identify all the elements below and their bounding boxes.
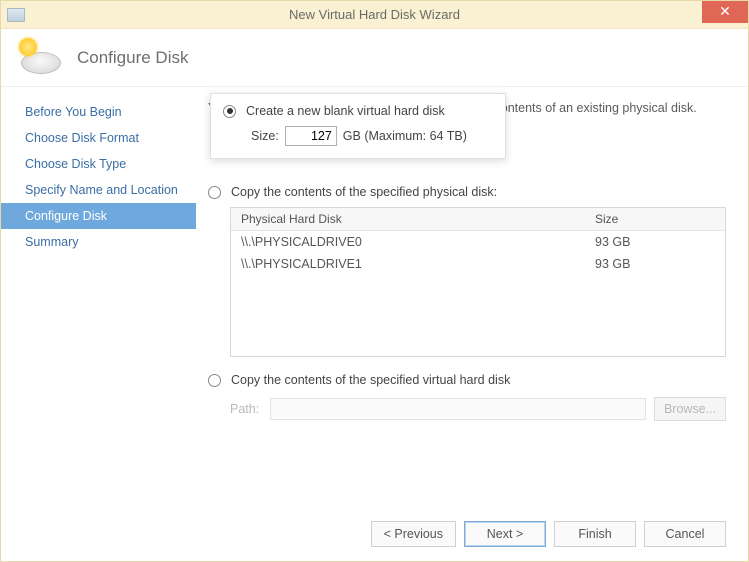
wizard-sidebar: Before You Begin Choose Disk Format Choo… [1, 87, 196, 507]
option-copy-physical-label: Copy the contents of the specified physi… [231, 185, 497, 199]
option-copy-virtual[interactable]: Copy the contents of the specified virtu… [208, 369, 726, 391]
col-header-name[interactable]: Physical Hard Disk [231, 208, 585, 230]
sidebar-item-configure-disk[interactable]: Configure Disk [1, 203, 196, 229]
col-header-size[interactable]: Size [585, 208, 725, 230]
wizard-header: Configure Disk [1, 29, 748, 87]
titlebar: New Virtual Hard Disk Wizard ✕ [1, 1, 748, 29]
size-label: Size: [251, 129, 279, 143]
close-button[interactable]: ✕ [702, 1, 748, 23]
cell-size: 93 GB [585, 253, 725, 275]
next-button[interactable]: Next > [464, 521, 546, 547]
size-input[interactable] [285, 126, 337, 146]
window-title: New Virtual Hard Disk Wizard [1, 7, 748, 22]
option-create-blank-label: Create a new blank virtual hard disk [246, 104, 445, 118]
wizard-window: New Virtual Hard Disk Wizard ✕ Configure… [0, 0, 749, 562]
table-row[interactable]: \\.\PHYSICALDRIVE0 93 GB [231, 231, 725, 253]
option-copy-virtual-label: Copy the contents of the specified virtu… [231, 373, 510, 387]
path-row: Path: Browse... [230, 397, 726, 421]
option-copy-physical-block: Copy the contents of the specified physi… [208, 181, 726, 357]
size-row: Size: GB (Maximum: 64 TB) [223, 126, 493, 146]
cell-size: 93 GB [585, 231, 725, 253]
page-title: Configure Disk [77, 48, 189, 68]
option-create-blank[interactable]: Create a new blank virtual hard disk [223, 104, 493, 126]
radio-create-blank[interactable] [223, 105, 236, 118]
option-copy-physical[interactable]: Copy the contents of the specified physi… [208, 181, 726, 203]
close-icon: ✕ [719, 3, 731, 19]
option-create-blank-box: Create a new blank virtual hard disk Siz… [210, 93, 506, 159]
wizard-main: You can create a blank virtual hard disk… [196, 87, 748, 507]
table-row[interactable]: \\.\PHYSICALDRIVE1 93 GB [231, 253, 725, 275]
radio-copy-physical[interactable] [208, 186, 221, 199]
path-input [270, 398, 646, 420]
browse-button: Browse... [654, 397, 726, 421]
wizard-footer: < Previous Next > Finish Cancel [1, 507, 748, 561]
disk-wizard-icon [19, 38, 63, 78]
path-label: Path: [230, 402, 270, 416]
cell-name: \\.\PHYSICALDRIVE1 [231, 253, 585, 275]
radio-copy-virtual[interactable] [208, 374, 221, 387]
size-suffix: GB (Maximum: 64 TB) [343, 129, 467, 143]
sidebar-item-choose-disk-type[interactable]: Choose Disk Type [1, 151, 196, 177]
table-header: Physical Hard Disk Size [231, 208, 725, 231]
previous-button[interactable]: < Previous [371, 521, 456, 547]
cell-name: \\.\PHYSICALDRIVE0 [231, 231, 585, 253]
cancel-button[interactable]: Cancel [644, 521, 726, 547]
sidebar-item-before-you-begin[interactable]: Before You Begin [1, 99, 196, 125]
physical-disk-table: Physical Hard Disk Size \\.\PHYSICALDRIV… [230, 207, 726, 357]
sidebar-item-specify-name-location[interactable]: Specify Name and Location [1, 177, 196, 203]
wizard-body: Before You Begin Choose Disk Format Choo… [1, 87, 748, 507]
finish-button[interactable]: Finish [554, 521, 636, 547]
sidebar-item-choose-disk-format[interactable]: Choose Disk Format [1, 125, 196, 151]
option-copy-virtual-block: Copy the contents of the specified virtu… [208, 369, 726, 421]
sidebar-item-summary[interactable]: Summary [1, 229, 196, 255]
